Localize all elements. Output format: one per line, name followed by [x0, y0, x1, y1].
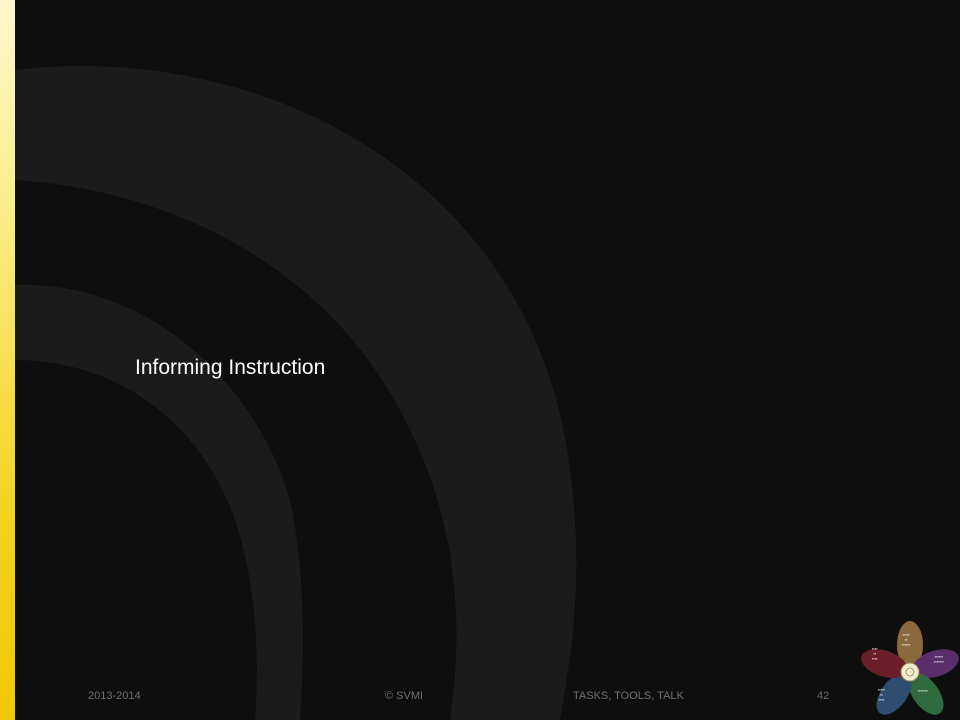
slide-title: Informing Instruction	[135, 356, 326, 379]
footer-year: 2013-2014	[88, 690, 141, 702]
accent-bar	[0, 0, 15, 720]
svmi-flower-logo: ▪▪▪▪▪ ▪▪ ▪▪▪▪▪▪ ▪▪▪▪▪▪ ▪▪▪▪▪▪▪ ▪▪▪▪▪▪▪ ▪▪▪▪…	[858, 620, 960, 720]
footer-copyright: © SVMI	[385, 690, 424, 702]
footer-tagline: TASKS, TOOLS, TALK	[573, 690, 684, 702]
logo-center	[900, 662, 920, 682]
slide: Informing Instruction 2013-2014 © SVMI T…	[0, 0, 960, 720]
page-number: 42	[817, 690, 830, 702]
